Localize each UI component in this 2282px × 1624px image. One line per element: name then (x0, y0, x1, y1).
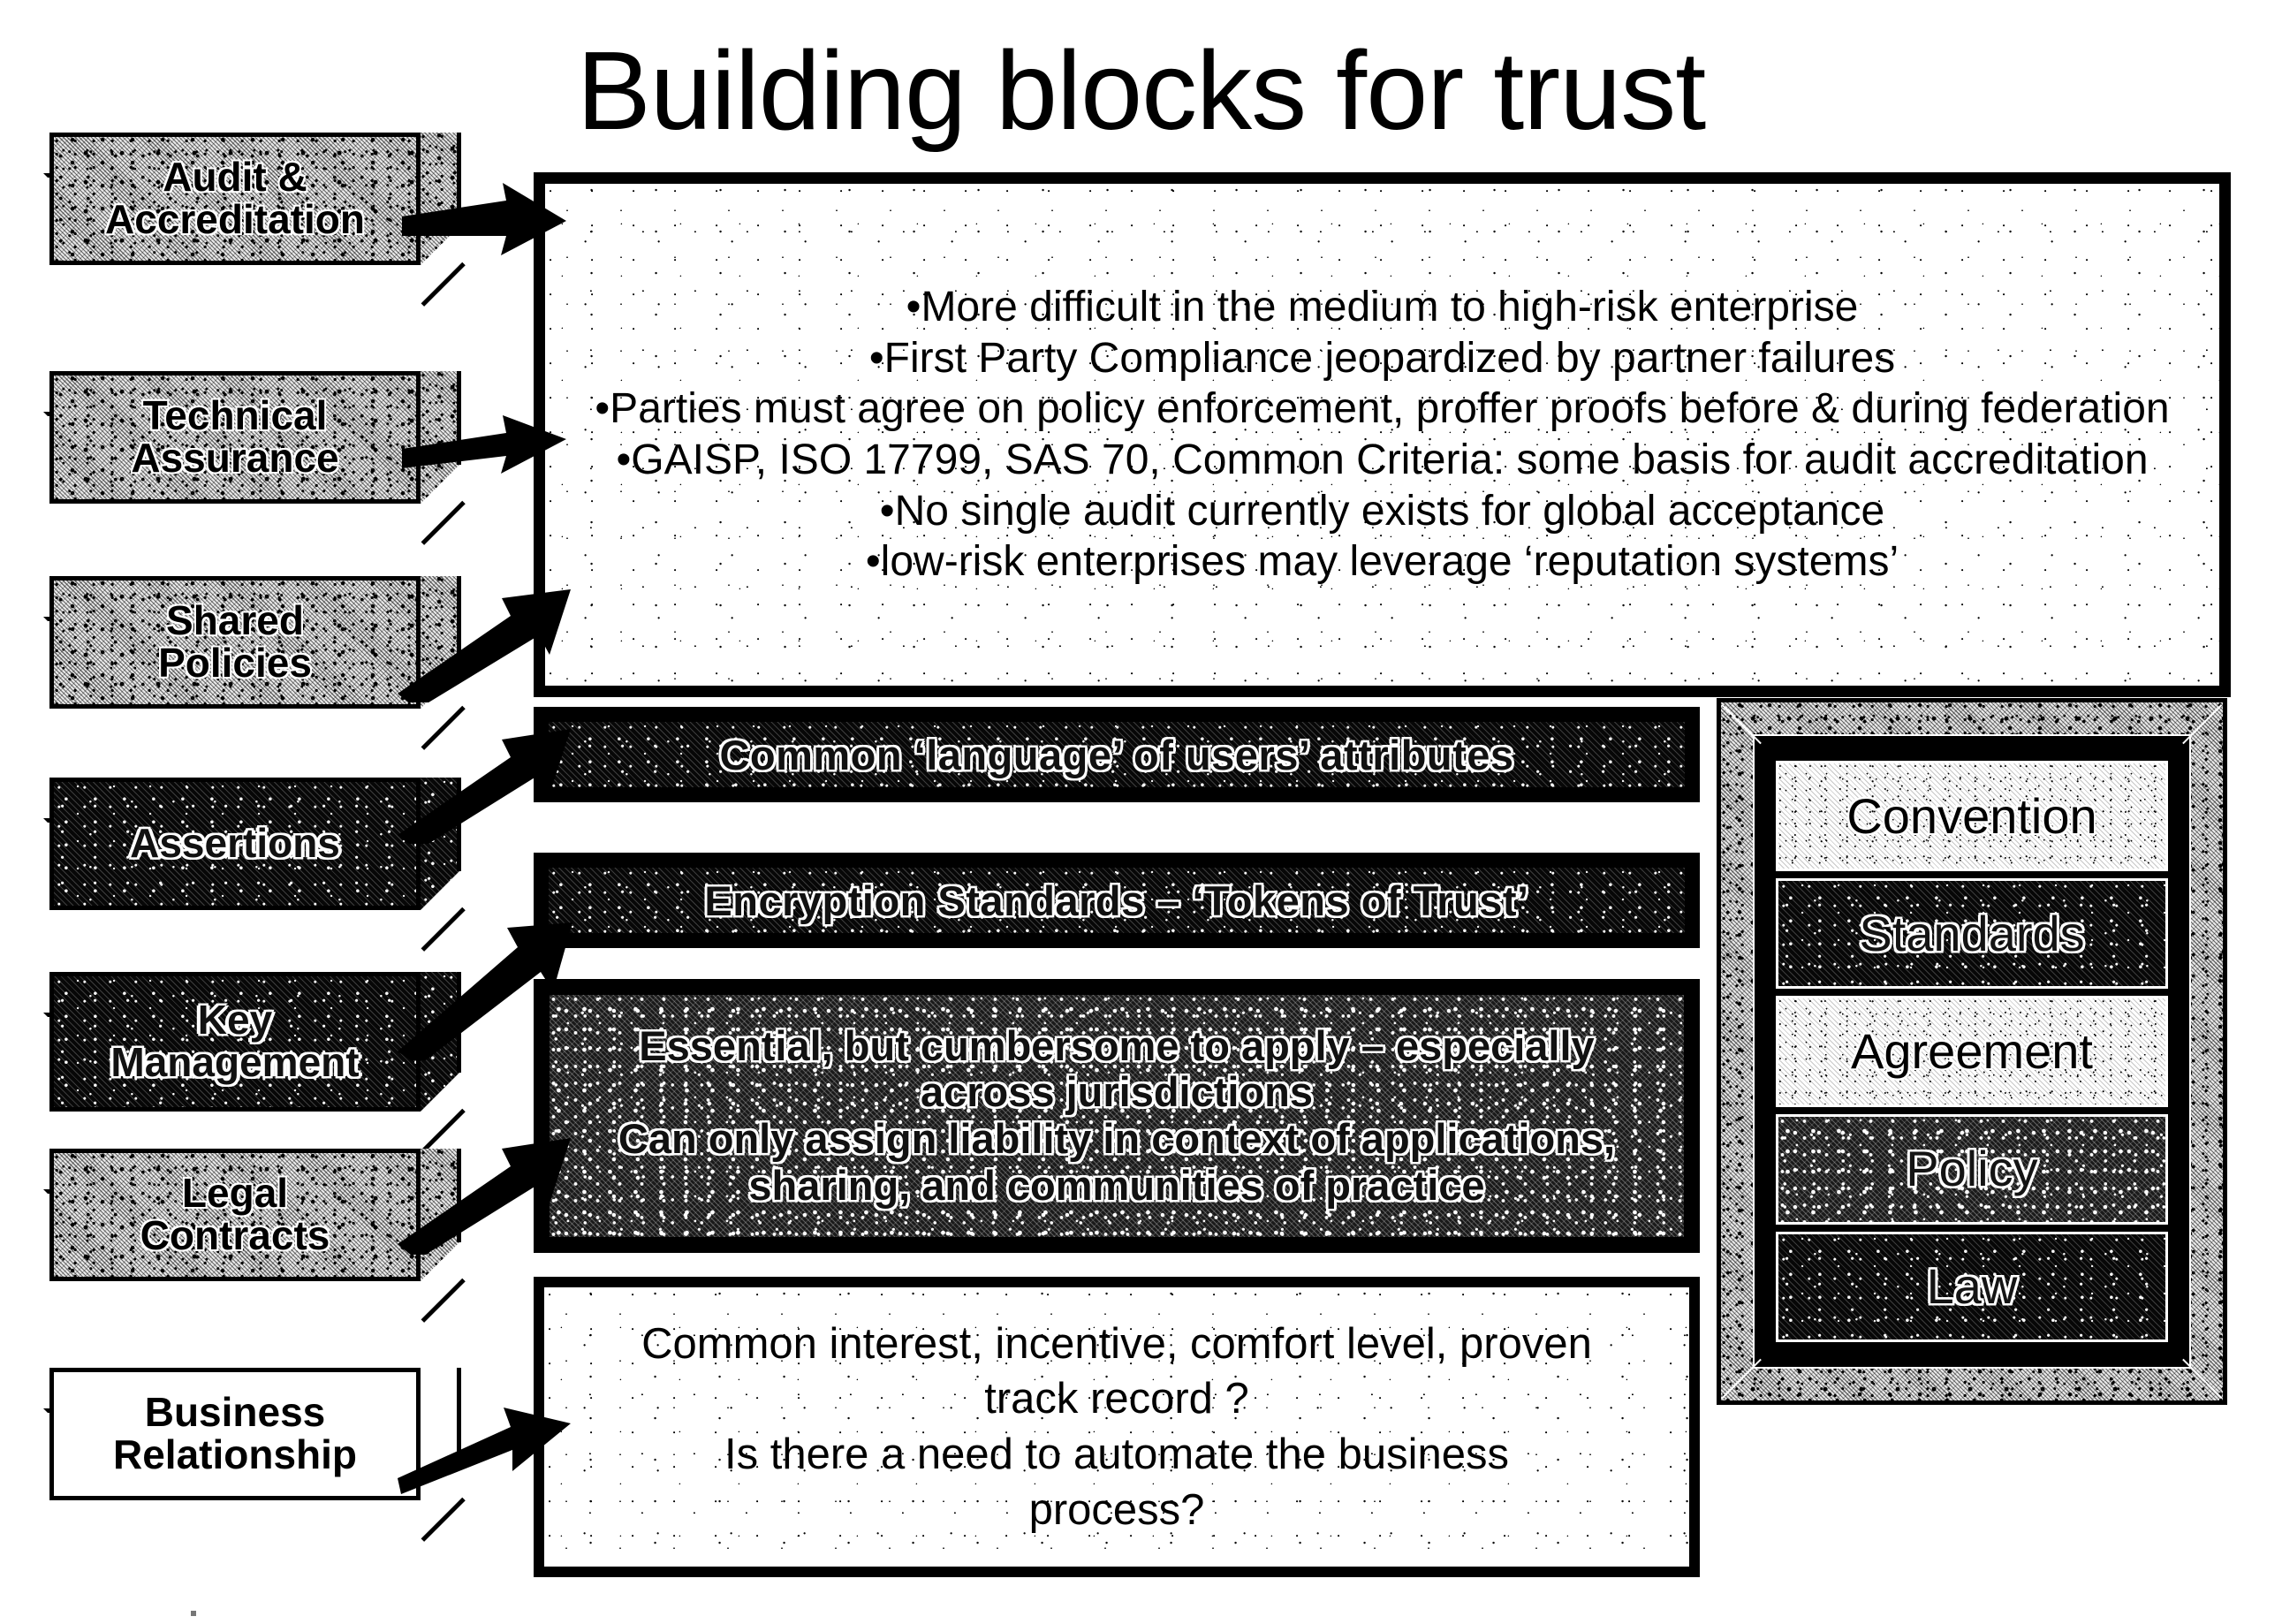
brick-front-face: Assertions (49, 778, 421, 910)
governance-stack-panel: Convention Standards Agreement Policy La… (1717, 698, 2227, 1405)
legal-line: across jurisdictions (920, 1068, 1314, 1116)
stack-item-standards[interactable]: Standards (1776, 878, 2168, 990)
legal-line: Essential, but cumbersome to apply – esp… (639, 1021, 1595, 1069)
bevel-corner-bl (1721, 1358, 1762, 1400)
stack-item-policy[interactable]: Policy (1776, 1113, 2168, 1225)
panel-encryption-standards: Encryption Standards – ‘Tokens of Trust’ (534, 853, 1700, 948)
brick-front-face: Technical Assurance (49, 371, 421, 504)
bevel-corner-tr (2182, 702, 2223, 745)
block-technical-assurance[interactable]: Technical Assurance (49, 371, 466, 545)
stack-item-label: Policy (1906, 1141, 2038, 1197)
governance-stack-frame: Convention Standards Agreement Policy La… (1753, 734, 2191, 1369)
panel-business-relationship-detail: Common interest, incentive, comfort leve… (534, 1277, 1700, 1577)
panel-encryption-standards-text: Encryption Standards – ‘Tokens of Trust’ (704, 877, 1529, 924)
business-line: Common interest, incentive, comfort leve… (641, 1319, 1592, 1368)
block-label-line1: Technical (142, 392, 328, 439)
main-bullet: •Parties must agree on policy enforcemen… (595, 385, 2170, 433)
stack-item-label: Agreement (1851, 1023, 2093, 1079)
page-title: Building blocks for trust (576, 28, 1707, 153)
arrow-shared-to-main (398, 570, 574, 702)
brick-front-face: Legal Contracts (49, 1149, 421, 1281)
block-label-line1: Legal (181, 1170, 289, 1217)
arrow-keymgmt-to-bar (398, 892, 574, 1060)
stack-item-label: Law (1926, 1258, 2018, 1315)
stack-item-law[interactable]: Law (1776, 1231, 2168, 1343)
block-label-line1: Assertions (130, 820, 340, 867)
stack-item-label: Convention (1846, 787, 2097, 844)
panel-legal-contracts-detail: Essential, but cumbersome to apply – esp… (534, 979, 1700, 1253)
arrow-business-to-panel (398, 1383, 574, 1498)
main-bullet: •low-risk enterprises may leverage ‘repu… (865, 538, 1899, 586)
stack-item-agreement[interactable]: Agreement (1776, 996, 2168, 1107)
arrow-technical-to-main (402, 398, 570, 477)
main-bullet: •More difficult in the medium to high-ri… (906, 284, 1859, 331)
block-label-line2: Assurance (131, 435, 339, 481)
brick-front-face: Business Relationship (49, 1368, 421, 1500)
business-line: track record ? (984, 1375, 1249, 1423)
block-label-line1: Business (144, 1389, 326, 1436)
brick-front-face: Key Management (49, 972, 421, 1112)
main-bullet: •First Party Compliance jeopardized by p… (868, 334, 1896, 382)
main-content-panel: •More difficult in the medium to high-ri… (534, 172, 2231, 697)
legal-line: sharing, and communities of practice (748, 1161, 1485, 1209)
block-audit-accreditation[interactable]: Audit & Accreditation (49, 133, 466, 307)
stack-item-convention[interactable]: Convention (1776, 761, 2168, 872)
stack-item-label: Standards (1859, 905, 2085, 961)
block-label-line2: Accreditation (105, 196, 365, 242)
block-label-line2: Contracts (140, 1212, 330, 1258)
brick-front-face: Audit & Accreditation (49, 133, 421, 265)
page-artifact-speck (191, 1611, 196, 1616)
business-line: Is there a need to automate the business (724, 1430, 1510, 1478)
arrow-audit-to-main (402, 181, 570, 261)
block-label-line1: Audit & (163, 154, 307, 201)
bevel-corner-br (2182, 1358, 2223, 1400)
arrow-assertions-to-bar (398, 702, 574, 844)
brick-front-face: Shared Policies (49, 576, 421, 709)
block-label-line2: Relationship (112, 1431, 358, 1477)
block-label-line1: Shared (166, 597, 304, 644)
panel-common-language: Common ‘language’ of users’ attributes (534, 707, 1700, 802)
business-line: process? (1028, 1485, 1205, 1534)
legal-line: Can only assign liability in context of … (618, 1115, 1616, 1162)
panel-common-language-text: Common ‘language’ of users’ attributes (719, 731, 1514, 778)
main-bullet: •No single audit currently exists for gl… (879, 487, 1885, 535)
block-label-line2: Policies (158, 640, 312, 686)
block-label-line2: Management (110, 1039, 360, 1085)
block-label-line1: Key (197, 997, 273, 1043)
main-bullet: •GAISP, ISO 17799, SAS 70, Common Criter… (616, 436, 2149, 483)
arrow-legal-to-panel (398, 1113, 574, 1255)
